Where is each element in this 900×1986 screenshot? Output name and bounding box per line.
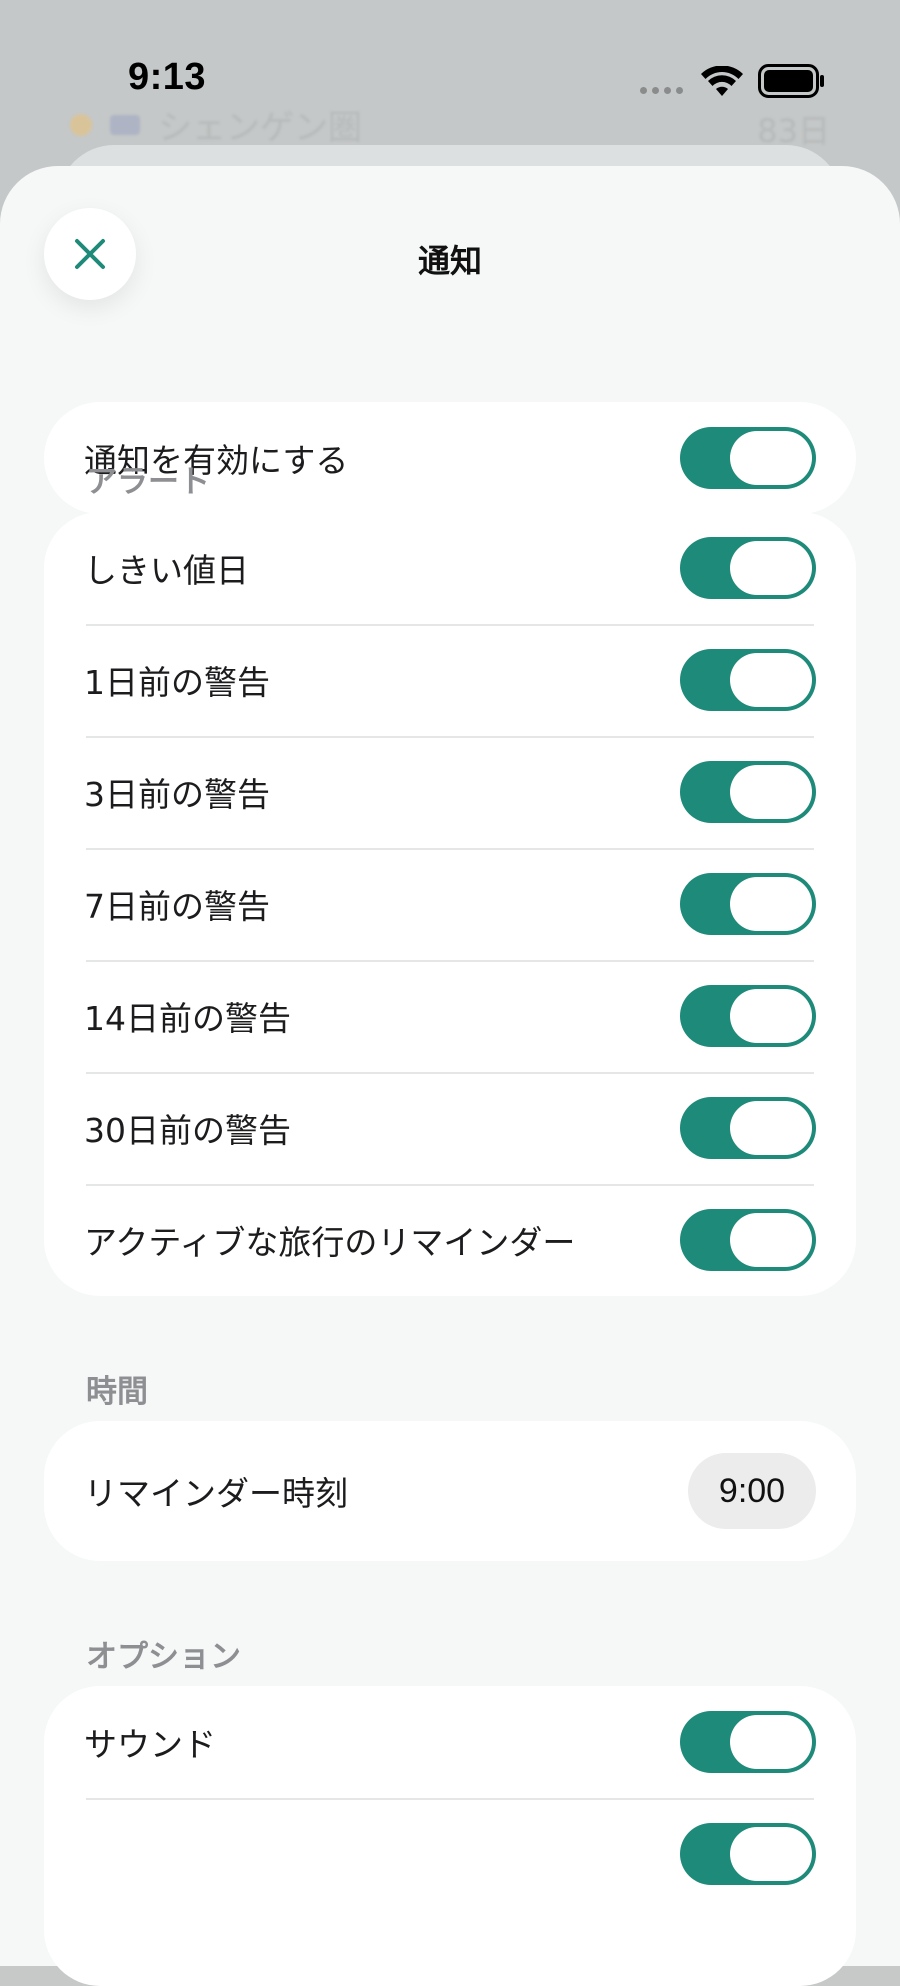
enable-notifications-toggle[interactable] (680, 427, 816, 489)
alert-row-14-day: 14日前の警告 (44, 960, 856, 1072)
alert-label: 30日前の警告 (84, 1111, 291, 1150)
alert-row-30-day: 30日前の警告 (44, 1072, 856, 1184)
toggle-knob (730, 989, 812, 1043)
options-section-header: オプション (86, 1639, 241, 1675)
time-section-header: 時間 (86, 1374, 148, 1410)
alert-label: 14日前の警告 (84, 999, 291, 1038)
sheet-title: 通知 (417, 242, 482, 280)
alert-row-active-trip: アクティブな旅行のリマインダー (44, 1184, 856, 1296)
option-row-sound: サウンド (44, 1686, 856, 1798)
toggle-knob (730, 765, 812, 819)
alert-label: しきい値日 (84, 551, 249, 590)
alert-label: 7日前の警告 (84, 887, 270, 926)
alert-row-threshold-day: しきい値日 (44, 512, 856, 624)
alert-label: 3日前の警告 (84, 775, 270, 814)
alerts-card: しきい値日 1日前の警告 3日前の警告 7日前の警告 14日前の警告 30日前の… (44, 512, 856, 1296)
toggle-knob (730, 431, 812, 485)
toggle-knob (730, 1827, 812, 1881)
option-label: サウンド (84, 1725, 216, 1764)
1-day-warning-toggle[interactable] (680, 649, 816, 711)
notification-settings-sheet: 通知 通知を有効にする アラート しきい値日 1日前の警告 3日前の警告 7日前… (0, 166, 900, 1986)
toggle-knob (730, 1101, 812, 1155)
toggle-knob (730, 541, 812, 595)
status-time: 9:13 (128, 56, 207, 98)
battery-icon (758, 64, 824, 98)
toggle-knob (730, 1715, 812, 1769)
alert-row-1-day: 1日前の警告 (44, 624, 856, 736)
alerts-section-header: アラート (86, 464, 210, 500)
alert-label: 1日前の警告 (84, 663, 270, 702)
alert-row-3-day: 3日前の警告 (44, 736, 856, 848)
option-row-next (44, 1798, 856, 1910)
option-toggle[interactable] (680, 1823, 816, 1885)
alert-row-7-day: 7日前の警告 (44, 848, 856, 960)
reminder-time-row: リマインダー時刻 9:00 (44, 1421, 856, 1561)
active-trip-reminder-toggle[interactable] (680, 1209, 816, 1271)
7-day-warning-toggle[interactable] (680, 873, 816, 935)
30-day-warning-toggle[interactable] (680, 1097, 816, 1159)
14-day-warning-toggle[interactable] (680, 985, 816, 1047)
time-card: リマインダー時刻 9:00 (44, 1421, 856, 1561)
options-card: サウンド (44, 1686, 856, 1986)
toggle-knob (730, 877, 812, 931)
threshold-day-toggle[interactable] (680, 537, 816, 599)
reminder-time-label: リマインダー時刻 (84, 1474, 348, 1513)
sound-toggle[interactable] (680, 1711, 816, 1773)
status-bar: 9:13 (0, 0, 900, 160)
toggle-knob (730, 653, 812, 707)
toggle-knob (730, 1213, 812, 1267)
alert-label: アクティブな旅行のリマインダー (84, 1223, 576, 1262)
cellular-dots-icon (640, 87, 683, 94)
reminder-time-picker[interactable]: 9:00 (688, 1453, 816, 1529)
3-day-warning-toggle[interactable] (680, 761, 816, 823)
wifi-icon (701, 66, 743, 96)
